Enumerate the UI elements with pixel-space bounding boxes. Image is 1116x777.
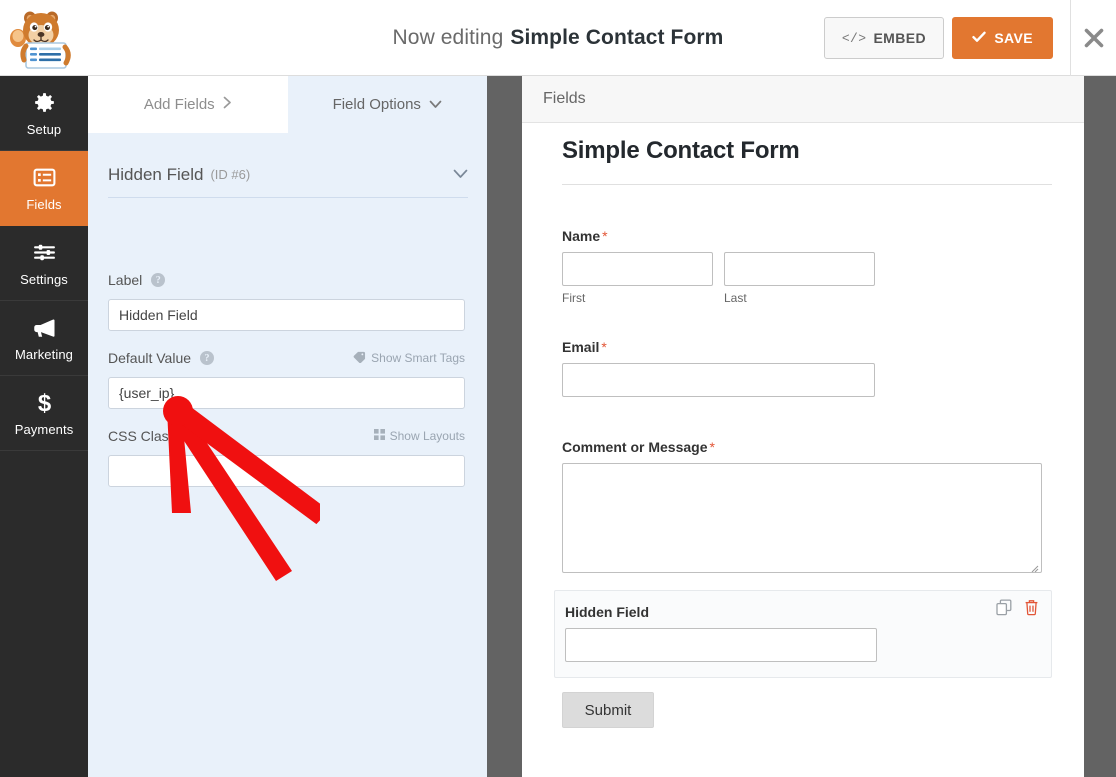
option-label-text: Label — [108, 272, 143, 288]
submit-button-label: Submit — [584, 701, 632, 719]
page-title: Now editing Simple Contact Form — [0, 0, 1116, 75]
preview-field-label: Name * — [562, 228, 875, 244]
sidebar-item-label: Settings — [20, 271, 68, 287]
preview-field-comment[interactable]: Comment or Message * — [562, 439, 1042, 573]
field-accordion-title: Hidden Field — [108, 164, 204, 184]
sidebar-item-label: Marketing — [15, 346, 73, 362]
required-marker: * — [601, 339, 607, 355]
required-marker: * — [709, 439, 715, 455]
field-options-panel: Add Fields Field Options Hidden Field (I… — [88, 76, 487, 777]
grid-icon — [373, 429, 385, 443]
list-icon — [32, 165, 57, 191]
check-icon — [972, 30, 987, 46]
form-name: Simple Contact Form — [510, 25, 724, 49]
name-first-input[interactable] — [562, 252, 713, 286]
sliders-icon — [32, 240, 57, 266]
sidebar-item-fields[interactable]: Fields — [0, 151, 88, 226]
option-css-classes-text: CSS Classes — [108, 428, 191, 444]
top-bar: Now editing Simple Contact Form </> EMBE… — [0, 0, 1116, 76]
sidebar-item-setup[interactable]: Setup — [0, 76, 88, 151]
preview-field-name[interactable]: Name * First Last — [562, 228, 875, 305]
save-button[interactable]: SAVE — [952, 17, 1053, 59]
tag-icon — [353, 351, 366, 366]
option-default-value: Default Value ? Show Smart Tags {user_ip… — [108, 348, 465, 409]
content-section-title: Fields — [543, 90, 586, 107]
gear-icon — [32, 90, 57, 116]
option-label: Label ? Hidden Field — [108, 270, 465, 331]
duplicate-icon[interactable] — [996, 599, 1013, 621]
tab-add-fields[interactable]: Add Fields — [88, 76, 288, 133]
close-icon[interactable] — [1071, 0, 1116, 76]
name-last-input[interactable] — [724, 252, 875, 286]
sidebar-item-settings[interactable]: Settings — [0, 226, 88, 301]
chevron-down-icon[interactable] — [453, 166, 468, 184]
sidebar-item-label: Fields — [26, 196, 62, 212]
preview-field-email[interactable]: Email * — [562, 339, 875, 397]
option-css-classes: CSS Classes Show Layouts — [108, 426, 465, 487]
form-builder-app: Now editing Simple Contact Form </> EMBE… — [0, 0, 1116, 777]
required-marker: * — [602, 228, 608, 244]
preview-field-label-text: Email — [562, 339, 600, 355]
embed-button-label: EMBED — [873, 30, 926, 46]
preview-gutter-left — [487, 76, 522, 777]
label-input-value: Hidden Field — [119, 307, 198, 323]
preview-form-title: Simple Contact Form — [562, 137, 800, 164]
builder-sidebar: Setup Fields Settings Marketing $ Paymen… — [0, 76, 88, 777]
panel-tabs: Add Fields Field Options — [88, 76, 487, 133]
form-preview: Simple Contact Form Name* First Last Em — [522, 123, 1084, 777]
chevron-right-icon — [223, 96, 232, 113]
preview-field-label-text: Comment or Message — [562, 439, 708, 455]
field-accordion-header[interactable]: Hidden Field (ID #6) — [108, 152, 468, 198]
show-smart-tags-link[interactable]: Show Smart Tags — [353, 351, 465, 366]
resize-handle-icon[interactable] — [1029, 560, 1039, 573]
preview-title-divider — [562, 184, 1052, 185]
option-default-value-text: Default Value — [108, 350, 192, 366]
embed-button[interactable]: </> EMBED — [823, 17, 944, 59]
sidebar-item-payments[interactable]: $ Payments — [0, 376, 88, 451]
trash-icon[interactable] — [1024, 599, 1039, 621]
sidebar-item-marketing[interactable]: Marketing — [0, 301, 88, 376]
preview-hidden-label: Hidden Field — [565, 604, 649, 620]
tab-add-fields-label: Add Fields — [143, 96, 215, 113]
sidebar-item-label: Payments — [14, 421, 74, 437]
save-button-label: SAVE — [994, 30, 1033, 46]
preview-field-hidden[interactable]: Hidden Field — [554, 590, 1052, 678]
comment-textarea[interactable] — [562, 463, 1042, 573]
email-input[interactable] — [562, 363, 875, 397]
name-first-sublabel: First — [562, 291, 586, 305]
submit-button[interactable]: Submit — [562, 692, 654, 728]
default-value-input[interactable]: {user_ip} — [108, 377, 465, 409]
tab-field-options-label: Field Options — [332, 96, 421, 113]
preview-field-label-text: Name — [562, 228, 601, 244]
default-value-input-value: {user_ip} — [119, 385, 175, 401]
dollar-icon: $ — [32, 390, 57, 416]
preview-field-label: Email * — [562, 339, 875, 355]
label-input[interactable]: Hidden Field — [108, 299, 465, 331]
editing-prefix: Now editing — [392, 25, 504, 49]
show-smart-tags-label: Show Smart Tags — [371, 351, 465, 365]
question-icon[interactable]: ? — [200, 351, 215, 365]
question-icon[interactable]: ? — [151, 273, 166, 287]
chevron-down-icon — [429, 96, 442, 113]
megaphone-icon — [31, 315, 57, 341]
name-last-sublabel: Last — [724, 291, 747, 305]
content-header-bar: Fields — [487, 76, 1116, 123]
show-layouts-label: Show Layouts — [389, 429, 465, 443]
preview-gutter-right — [1084, 76, 1116, 777]
show-layouts-link[interactable]: Show Layouts — [373, 429, 465, 443]
sidebar-item-label: Setup — [26, 121, 62, 137]
css-classes-input[interactable] — [108, 455, 465, 487]
preview-field-label: Comment or Message * — [562, 439, 1042, 455]
hidden-field-input[interactable] — [565, 628, 877, 662]
tab-field-options[interactable]: Field Options — [287, 76, 487, 133]
code-icon: </> — [841, 30, 867, 46]
svg-text:$: $ — [37, 390, 50, 415]
field-id-label: (ID #6) — [210, 167, 251, 182]
